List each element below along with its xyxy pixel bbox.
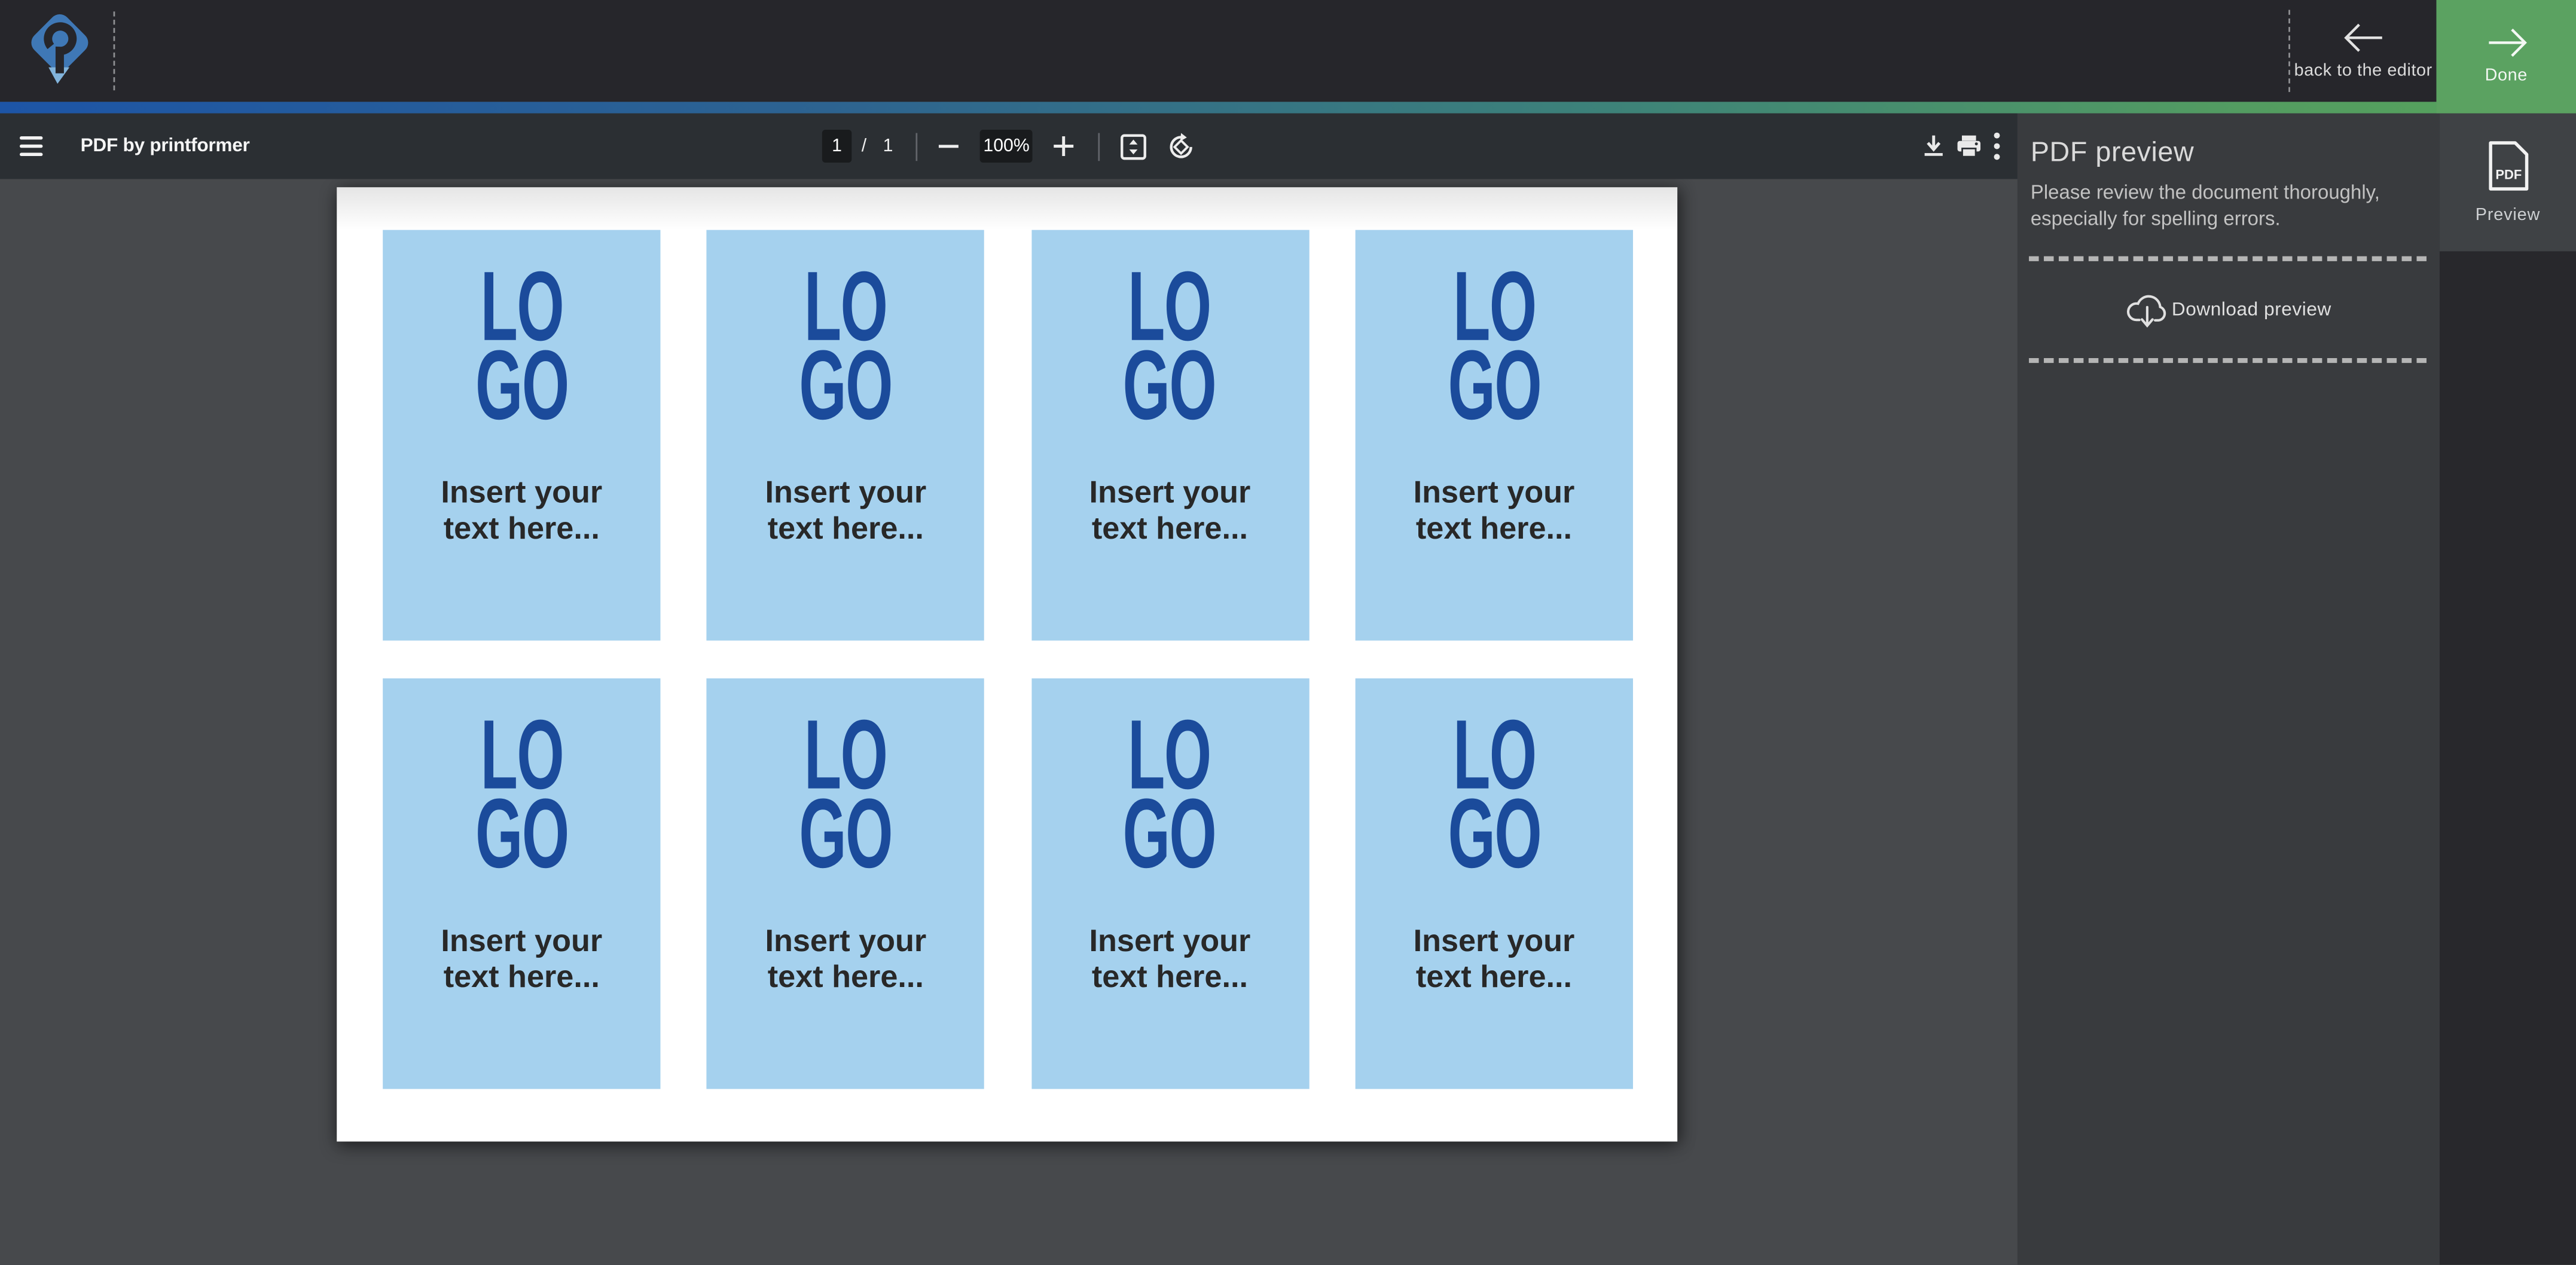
toolbar-separator: [916, 132, 918, 160]
arrow-right-icon: [2485, 28, 2528, 57]
page-number-input[interactable]: 1: [822, 130, 851, 163]
pdf-page: LO GO Insert your text here... LO GO Ins…: [337, 187, 1677, 1141]
card-logo-text: LO GO: [1124, 716, 1217, 874]
download-button[interactable]: [1922, 114, 1945, 179]
back-to-editor-button[interactable]: back to the editor: [2290, 0, 2437, 102]
zoom-in-button[interactable]: [1052, 114, 1075, 179]
fit-page-icon: [1120, 132, 1148, 160]
sidebar-toggle-button[interactable]: [0, 114, 62, 179]
done-label: Done: [2485, 66, 2528, 85]
pdf-toolbar: PDF by printformer 1 / 1 100%: [0, 114, 2018, 179]
card-placeholder-text: Insert your text here...: [441, 476, 602, 547]
cards-grid: LO GO Insert your text here... LO GO Ins…: [383, 230, 1633, 1089]
back-to-editor-label: back to the editor: [2294, 60, 2432, 80]
topbar-divider: [114, 11, 115, 90]
logo-card: LO GO Insert your text here...: [707, 679, 984, 1089]
kebab-menu-icon: [1993, 132, 2001, 161]
cloud-download-icon: [2126, 292, 2168, 328]
fit-to-page-button[interactable]: [1120, 114, 1148, 179]
card-logo-text: LO GO: [799, 716, 893, 874]
zoom-level-select[interactable]: 100%: [980, 130, 1033, 163]
done-button[interactable]: Done: [2436, 0, 2576, 114]
pdf-preview-sidebar: PDF preview Please review the document t…: [2018, 114, 2440, 1265]
plus-icon: [1052, 135, 1075, 157]
printformer-logo-icon[interactable]: [25, 13, 90, 88]
hamburger-icon: [20, 136, 42, 156]
download-preview-button[interactable]: Download preview: [2018, 261, 2440, 358]
dashed-separator: [2029, 256, 2427, 261]
logo-card: LO GO Insert your text here...: [383, 230, 660, 641]
print-button[interactable]: [1957, 114, 1981, 179]
app-window: back to the editor Done PDF by printform…: [0, 0, 2576, 1265]
rotate-button[interactable]: [1167, 114, 1195, 179]
logo-card: LO GO Insert your text here...: [1355, 230, 1632, 641]
sidebar-title: PDF preview: [2031, 136, 2440, 169]
card-placeholder-text: Insert your text here...: [1414, 925, 1575, 995]
card-logo-text: LO GO: [799, 268, 893, 426]
more-options-button[interactable]: [1993, 114, 2001, 179]
card-placeholder-text: Insert your text here...: [1089, 925, 1251, 995]
download-preview-label: Download preview: [2172, 300, 2331, 319]
toolbar-separator: [1098, 132, 1100, 160]
logo-card: LO GO Insert your text here...: [1031, 679, 1308, 1089]
card-placeholder-text: Insert your text here...: [441, 925, 602, 995]
zoom-out-button[interactable]: [938, 114, 960, 179]
download-icon: [1922, 135, 1945, 157]
dashed-separator: [2029, 358, 2427, 363]
card-placeholder-text: Insert your text here...: [765, 476, 926, 547]
minus-icon: [938, 135, 960, 157]
card-logo-text: LO GO: [1448, 716, 1541, 874]
right-rail: PDF Preview: [2440, 114, 2576, 1265]
preview-tab[interactable]: PDF Preview: [2440, 114, 2576, 252]
pdf-badge-text: PDF: [2495, 167, 2521, 182]
card-placeholder-text: Insert your text here...: [1089, 476, 1251, 547]
preview-tab-label: Preview: [2476, 205, 2540, 225]
logo-card: LO GO Insert your text here...: [383, 679, 660, 1089]
card-placeholder-text: Insert your text here...: [765, 925, 926, 995]
zoom-value: 100%: [983, 136, 1029, 156]
progress-gradient-strip: [0, 102, 2436, 113]
card-placeholder-text: Insert your text here...: [1414, 476, 1575, 547]
arrow-left-icon: [2342, 22, 2384, 51]
card-logo-text: LO GO: [1448, 268, 1541, 426]
card-logo-text: LO GO: [1124, 268, 1217, 426]
card-logo-text: LO GO: [475, 716, 569, 874]
page-divider: /: [862, 136, 866, 156]
pdf-file-icon: PDF: [2486, 140, 2529, 192]
page-current: 1: [832, 136, 842, 156]
logo-card: LO GO Insert your text here...: [1031, 230, 1308, 641]
logo-card: LO GO Insert your text here...: [1355, 679, 1632, 1089]
print-icon: [1957, 135, 1981, 157]
viewer-title: PDF by printformer: [81, 136, 250, 156]
card-logo-text: LO GO: [475, 268, 569, 426]
logo-card: LO GO Insert your text here...: [707, 230, 984, 641]
rotate-icon: [1167, 132, 1195, 160]
page-total: 1: [883, 136, 893, 156]
top-bar: back to the editor Done: [0, 0, 2576, 102]
sidebar-description: Please review the document thoroughly, e…: [2031, 181, 2424, 231]
pdf-viewer-canvas[interactable]: LO GO Insert your text here... LO GO Ins…: [0, 179, 2018, 1264]
